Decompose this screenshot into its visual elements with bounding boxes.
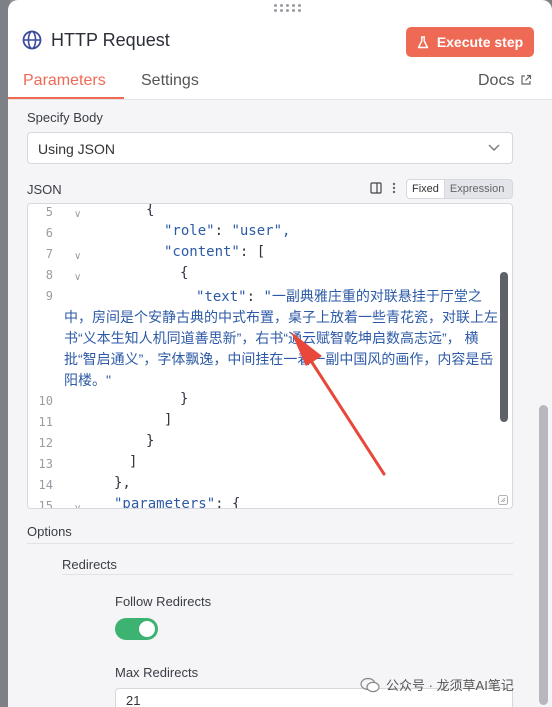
line-number: 10 [38, 394, 53, 408]
parameters-content: Specify Body Using JSON JSON Fixed Expre… [8, 100, 552, 707]
execute-step-label: Execute step [436, 34, 524, 50]
code-line: ] [129, 454, 138, 470]
mode-expression[interactable]: Expression [445, 180, 509, 198]
code-line: "content": [ [164, 244, 266, 260]
redirects-divider [62, 574, 513, 575]
toggle-knob [139, 621, 155, 637]
options-divider [27, 543, 513, 544]
watermark-text: 公众号 · 龙须草AI笔记 [386, 678, 514, 693]
drag-handle[interactable] [270, 2, 304, 14]
code-line: ] [164, 412, 173, 428]
editor-scrollbar[interactable] [500, 272, 508, 422]
line-number: 15 [38, 499, 53, 509]
line-number: 9 [45, 289, 53, 303]
value-mode-toggle[interactable]: Fixed Expression [406, 179, 513, 199]
code-line: } [180, 391, 189, 407]
tab-parameters[interactable]: Parameters [23, 72, 106, 90]
tab-settings[interactable]: Settings [141, 72, 199, 90]
code-line: "role": "user", [164, 223, 291, 239]
chevron-down-icon [488, 144, 500, 151]
code-value: { [232, 496, 241, 509]
globe-icon [22, 30, 42, 50]
node-title: HTTP Request [51, 30, 170, 50]
active-tab-indicator [8, 97, 124, 99]
line-number: 6 [45, 226, 53, 240]
mode-fixed[interactable]: Fixed [407, 180, 445, 198]
code-key: "content" [164, 244, 240, 260]
execute-step-button[interactable]: Execute step [406, 27, 534, 57]
follow-redirects-toggle[interactable] [115, 618, 158, 640]
panel-tabs: Parameters Settings Docs [8, 66, 552, 100]
specify-body-label: Specify Body [27, 110, 103, 125]
panel-scrollbar[interactable] [539, 405, 548, 705]
options-heading: Options [27, 524, 72, 539]
code-value: "user", [231, 223, 291, 239]
line-number: 8 [45, 268, 53, 282]
flask-icon [417, 35, 429, 48]
line-number: 13 [38, 457, 53, 471]
fold-chevron-icon[interactable]: ∨ [74, 503, 81, 508]
code-line: } [146, 433, 155, 449]
code-line: "parameters": { [114, 496, 241, 509]
line-number: 12 [38, 436, 53, 450]
json-editor[interactable]: 5 6 7 8 9 10 11 12 13 14 15 ∨ ∨ ∨ ∨ { "r… [27, 203, 513, 509]
code-value: [ [256, 244, 266, 260]
redirects-heading: Redirects [62, 557, 117, 572]
split-view-icon[interactable] [370, 182, 382, 194]
line-number: 5 [45, 205, 53, 219]
fold-chevron-icon[interactable]: ∨ [74, 272, 81, 283]
code-key: "parameters" [114, 496, 216, 509]
tab-docs[interactable]: Docs [478, 72, 514, 90]
fold-chevron-icon[interactable]: ∨ [74, 209, 81, 220]
follow-redirects-label: Follow Redirects [115, 594, 212, 609]
code-wrapped-text: 中，房间是个安静古典的中式布置，桌子上放着一些青花瓷，对联上左书“义本生知人机同… [64, 309, 498, 388]
line-number: 11 [38, 415, 53, 429]
code-line: { [146, 203, 155, 218]
code-line: "text": "一副典雅庄重的对联悬挂于厅堂之 [196, 289, 482, 305]
panel-header: HTTP Request Execute step [8, 14, 552, 66]
code-line: }, [114, 475, 131, 491]
code-key: "role" [164, 223, 215, 239]
fold-chevron-icon[interactable]: ∨ [74, 251, 81, 262]
specify-body-select[interactable]: Using JSON [27, 132, 513, 164]
code-key: "text" [196, 289, 247, 305]
watermark: 公众号 · 龙须草AI笔记 [360, 675, 514, 694]
line-number: 7 [45, 247, 53, 261]
code-line: { [180, 265, 189, 281]
more-options-icon[interactable] [392, 182, 396, 194]
code-value: "一副典雅庄重的对联悬挂于厅堂之 [263, 289, 482, 305]
node-panel: HTTP Request Execute step Parameters Set… [8, 0, 552, 707]
max-redirects-label: Max Redirects [115, 665, 199, 680]
json-label: JSON [27, 182, 62, 197]
line-number: 14 [38, 478, 53, 492]
specify-body-value: Using JSON [38, 141, 116, 157]
wechat-icon [360, 677, 380, 692]
resize-handle-icon[interactable] [498, 495, 508, 505]
external-link-icon[interactable] [520, 74, 532, 86]
